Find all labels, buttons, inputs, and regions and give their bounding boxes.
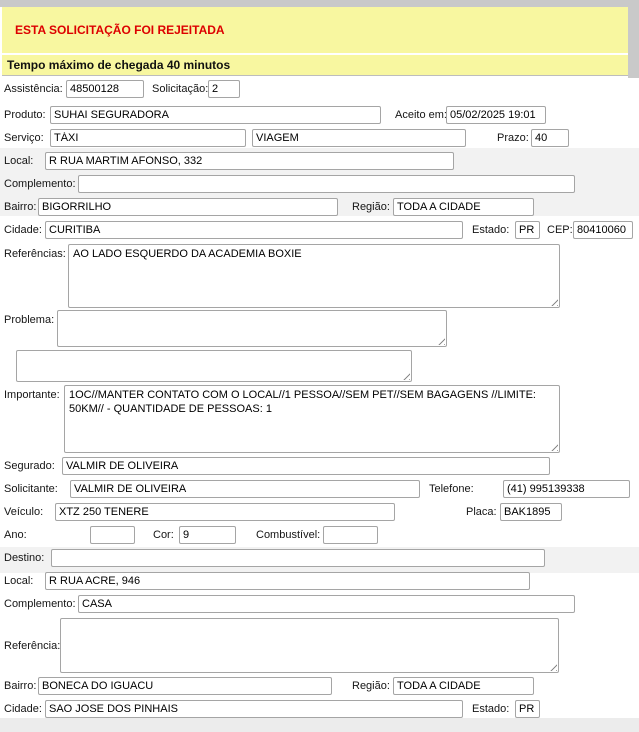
referencias-label: Referências: xyxy=(4,244,68,260)
destino-estado-label: Estado: xyxy=(472,703,515,715)
solicitante-label: Solicitante: xyxy=(4,483,70,495)
window-chrome-top xyxy=(0,0,639,7)
complemento-label: Complemento: xyxy=(4,178,78,190)
destino-estado-input[interactable] xyxy=(515,700,540,718)
destino-regiao-label: Região: xyxy=(352,680,393,692)
cep-input[interactable] xyxy=(573,221,633,239)
destino-label: Destino: xyxy=(4,552,51,564)
destino-cidade-input[interactable] xyxy=(45,700,463,718)
service-request-form: Assistência: Solicitação: Produto: Aceit… xyxy=(0,80,639,718)
bairro-input[interactable] xyxy=(38,198,338,216)
importante-textarea-wrap: 1OC//MANTER CONTATO COM O LOCAL//1 PESSO… xyxy=(64,385,560,453)
referencias-textarea[interactable]: AO LADO ESQUERDO DA ACADEMIA BOXIE xyxy=(68,244,560,308)
servico-label: Serviço: xyxy=(4,132,50,144)
telefone-label: Telefone: xyxy=(429,483,503,495)
estado-label: Estado: xyxy=(472,224,515,236)
prazo-label: Prazo: xyxy=(497,132,531,144)
complemento-input[interactable] xyxy=(78,175,575,193)
referencias-textarea-wrap: AO LADO ESQUERDO DA ACADEMIA BOXIE xyxy=(68,244,560,308)
ano-label: Ano: xyxy=(4,529,90,541)
regiao-label: Região: xyxy=(352,201,393,213)
importante-textarea[interactable]: 1OC//MANTER CONTATO COM O LOCAL//1 PESSO… xyxy=(64,385,560,453)
produto-input[interactable] xyxy=(50,106,381,124)
destino-bairro-label: Bairro: xyxy=(4,680,38,692)
bairro-label: Bairro: xyxy=(4,201,38,213)
segurado-label: Segurado: xyxy=(4,460,62,472)
cor-input[interactable] xyxy=(179,526,236,544)
rejected-banner: ESTA SOLICITAÇÃO FOI REJEITADA xyxy=(2,7,628,53)
assistencia-input[interactable] xyxy=(66,80,144,98)
local-input[interactable] xyxy=(45,152,454,170)
solicitacao-label: Solicitação: xyxy=(152,83,208,95)
veiculo-label: Veículo: xyxy=(4,506,55,518)
destino-bairro-input[interactable] xyxy=(38,677,332,695)
solicitante-input[interactable] xyxy=(70,480,420,498)
placa-input[interactable] xyxy=(500,503,562,521)
problema-extra-textarea-wrap xyxy=(16,350,412,382)
assistencia-label: Assistência: xyxy=(4,83,66,95)
combustivel-label: Combustível: xyxy=(256,529,323,541)
problema-extra-textarea[interactable] xyxy=(16,350,412,382)
veiculo-input[interactable] xyxy=(55,503,395,521)
window-chrome-right xyxy=(628,0,639,78)
aceito-em-label: Aceito em: xyxy=(395,109,446,121)
regiao-input[interactable] xyxy=(393,198,534,216)
cidade-input[interactable] xyxy=(45,221,463,239)
destino-local-input[interactable] xyxy=(45,572,530,590)
servico-type-input[interactable] xyxy=(252,129,466,147)
aceito-em-input[interactable] xyxy=(446,106,546,124)
placa-label: Placa: xyxy=(466,506,500,518)
telefone-input[interactable] xyxy=(503,480,630,498)
servico-input[interactable] xyxy=(50,129,246,147)
ano-input[interactable] xyxy=(90,526,135,544)
local-label: Local: xyxy=(4,155,45,167)
destino-referencia-label: Referência: xyxy=(4,640,60,652)
destino-local-label: Local: xyxy=(4,575,45,587)
produto-label: Produto: xyxy=(4,109,50,121)
estado-input[interactable] xyxy=(515,221,540,239)
destino-referencia-textarea[interactable] xyxy=(60,618,559,673)
importante-label: Importante: xyxy=(4,385,64,401)
destino-complemento-label: Complemento: xyxy=(4,598,78,610)
rejected-banner-text: ESTA SOLICITAÇÃO FOI REJEITADA xyxy=(15,23,225,37)
problema-textarea-wrap xyxy=(57,310,447,347)
time-limit-banner-text: Tempo máximo de chegada 40 minutos xyxy=(7,58,230,72)
destino-complemento-input[interactable] xyxy=(78,595,575,613)
footer-band xyxy=(0,718,639,732)
prazo-input[interactable] xyxy=(531,129,569,147)
problema-textarea[interactable] xyxy=(57,310,447,347)
cidade-label: Cidade: xyxy=(4,224,45,236)
segurado-input[interactable] xyxy=(62,457,550,475)
cep-label: CEP: xyxy=(547,224,573,236)
destino-referencia-textarea-wrap xyxy=(60,618,559,673)
problema-label: Problema: xyxy=(4,310,57,326)
combustivel-input[interactable] xyxy=(323,526,378,544)
solicitacao-input[interactable] xyxy=(208,80,240,98)
time-limit-banner: Tempo máximo de chegada 40 minutos xyxy=(2,55,628,76)
destino-cidade-label: Cidade: xyxy=(4,703,45,715)
cor-label: Cor: xyxy=(153,529,179,541)
destino-input[interactable] xyxy=(51,549,545,567)
destino-regiao-input[interactable] xyxy=(393,677,534,695)
